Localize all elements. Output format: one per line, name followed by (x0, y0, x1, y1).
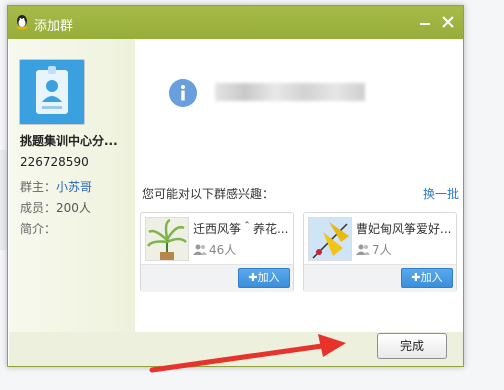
red-arrow-annotation (149, 334, 346, 373)
